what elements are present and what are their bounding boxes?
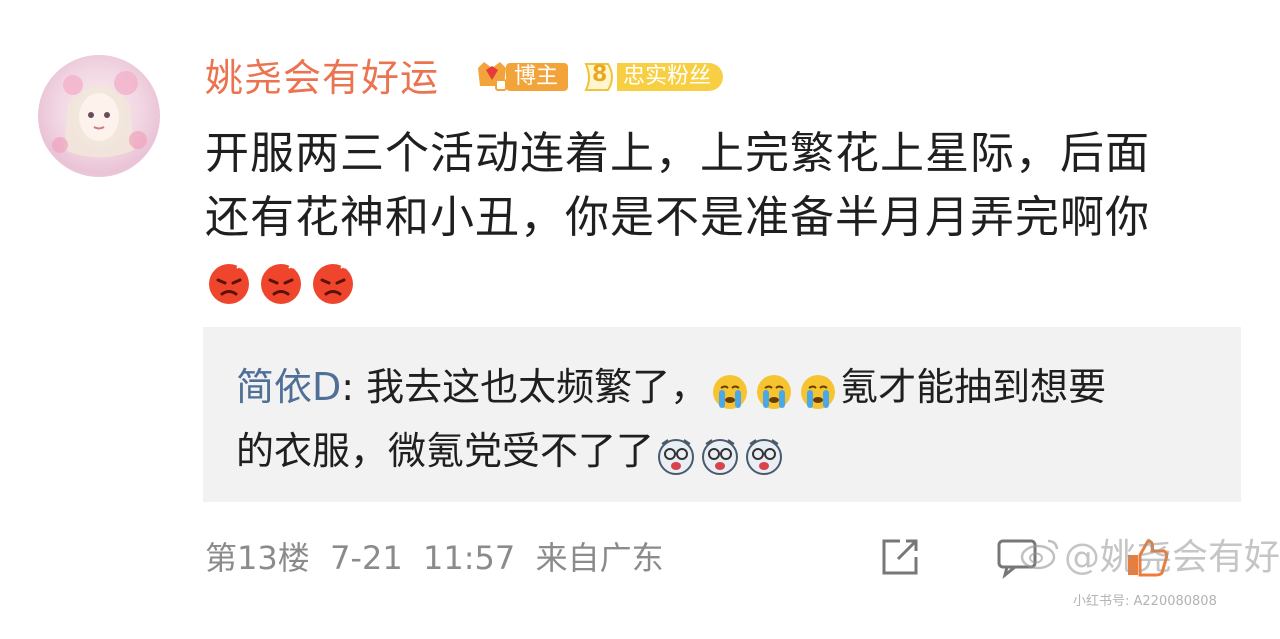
angry-face-icon	[205, 258, 253, 306]
share-icon[interactable]	[878, 535, 922, 579]
blogger-badge[interactable]: 博主	[474, 58, 569, 96]
angry-emoji-row	[205, 258, 357, 306]
comment-line-1: 开服两三个活动连着上，上完繁花上星际，后面	[205, 128, 1150, 179]
crying-face-icon	[710, 367, 750, 409]
dizzy-face-icon	[700, 431, 740, 475]
comment-text: 开服两三个活动连着上，上完繁花上星际，后面 还有花神和小丑，你是不是准备半月月弄…	[205, 122, 1255, 250]
diamond-crown-icon	[474, 58, 510, 96]
reply-text-part1: 我去这也太频繁了，	[366, 365, 709, 409]
dizzy-face-icon	[656, 431, 696, 475]
loyal-fan-badge[interactable]: 8 忠实粉丝	[582, 60, 724, 94]
reply-separator: :	[341, 365, 367, 409]
reply-text-line2: 的衣服，微氪党受不了了	[236, 429, 655, 473]
fan-level-number: 8	[592, 62, 608, 87]
crying-face-icon	[754, 367, 794, 409]
reply-text: 简依D: 我去这也太频繁了， 氪才能抽到想要 的衣服，微氪党受不了了	[236, 355, 1236, 483]
weibo-logo-icon	[1020, 537, 1060, 571]
angry-face-icon	[257, 258, 305, 306]
fan-level-icon: 8	[582, 60, 620, 94]
dizzy-face-icon	[744, 431, 784, 475]
weibo-watermark-text: @姚尧会有好运	[1064, 537, 1280, 578]
username[interactable]: 姚尧会有好运	[205, 55, 439, 101]
loyal-fan-badge-label: 忠实粉丝	[617, 63, 724, 91]
avatar[interactable]	[38, 55, 160, 177]
reply-text-part2: 氪才能抽到想要	[840, 365, 1107, 409]
reply-username[interactable]: 简依D	[236, 355, 341, 419]
weibo-watermark: @姚尧会有好运	[1020, 528, 1280, 580]
angry-face-icon	[309, 258, 357, 306]
comment-line-2: 还有花神和小丑，你是不是准备半月月弄完啊你	[205, 192, 1150, 243]
reply-line-2: 的衣服，微氪党受不了了	[236, 419, 1236, 483]
reply-line-1: 简依D: 我去这也太频繁了， 氪才能抽到想要	[236, 355, 1236, 419]
blogger-badge-label: 博主	[506, 63, 569, 91]
crying-face-icon	[798, 367, 838, 409]
xhs-watermark: 小红书号: A220080808	[1073, 594, 1217, 609]
comment-meta: 第13楼 7-21 11:57 来自广东	[205, 539, 664, 577]
